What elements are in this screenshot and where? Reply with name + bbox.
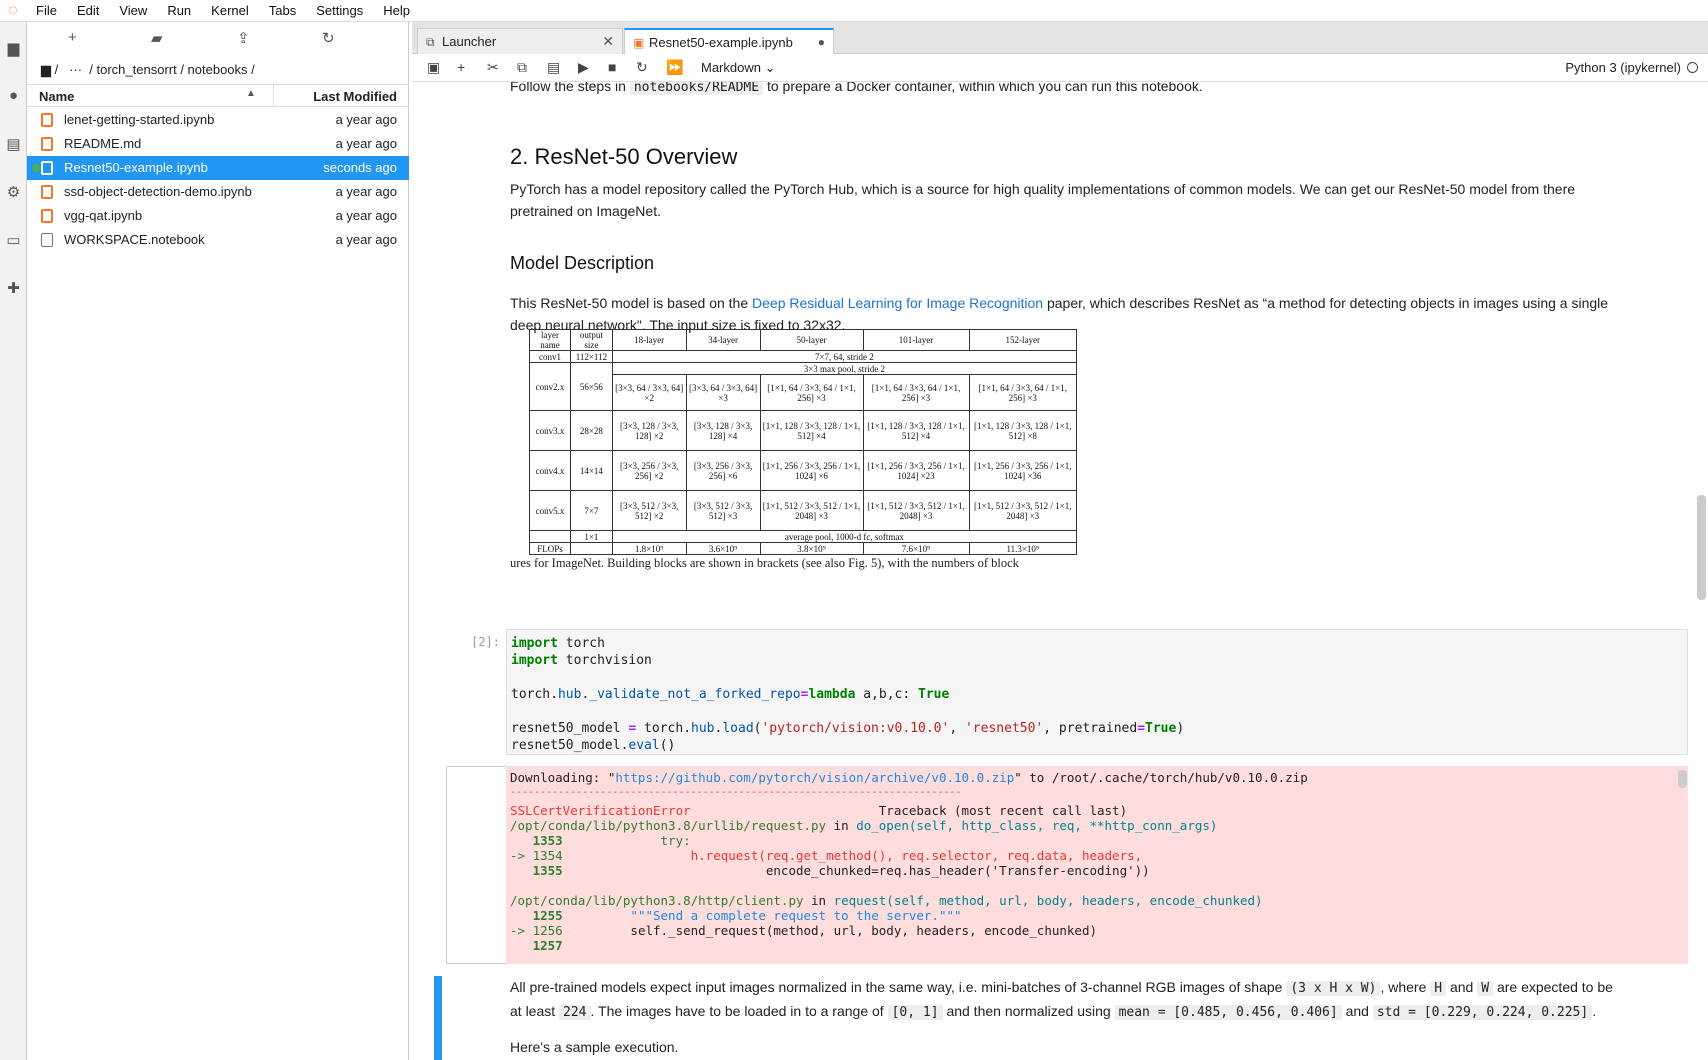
file-row[interactable]: lenet-getting-started.ipynb a year ago: [27, 108, 409, 132]
jupyter-logo-icon: ◌: [8, 1, 18, 19]
breadcrumb[interactable]: ▆ / ··· / torch_tensorrt / notebooks /: [41, 62, 255, 78]
notebook-icon: [41, 209, 53, 223]
output-scrollbar[interactable]: [1678, 770, 1687, 788]
notebook-icon: [41, 113, 53, 127]
paper-link[interactable]: Deep Residual Learning for Image Recogni…: [752, 295, 1043, 311]
refresh-icon[interactable]: ↻: [322, 29, 335, 47]
menu-tabs[interactable]: Tabs: [259, 0, 306, 22]
output-area-gutter[interactable]: [446, 766, 506, 964]
notebook-scrollbar[interactable]: [1697, 495, 1706, 600]
notebook-toolbar: ▣ + ✂ ⧉ ▤ ▶ ■ ↻ ⏩ Markdown ⌄ Python 3 (i…: [412, 54, 1708, 82]
menu-run[interactable]: Run: [157, 0, 201, 22]
menu-settings[interactable]: Settings: [306, 0, 373, 22]
cut-icon[interactable]: ✂: [487, 59, 499, 76]
menu-kernel[interactable]: Kernel: [201, 0, 259, 22]
restart-icon[interactable]: ↻: [636, 59, 648, 76]
file-row[interactable]: vgg-qat.ipynb a year ago: [27, 204, 409, 228]
copy-icon[interactable]: ⧉: [517, 59, 527, 76]
sort-up-icon[interactable]: ▲: [246, 88, 256, 99]
markdown-sample-execution: Here's a sample execution.: [510, 1039, 679, 1055]
launcher-icon: ⧉: [426, 35, 435, 49]
markdown-pytorch-hub: PyTorch has a model repository called th…: [510, 181, 1576, 219]
file-list-header: Name ▲ Last Modified: [27, 84, 409, 107]
home-folder-icon[interactable]: ▆: [41, 62, 51, 77]
markdown-normalization: All pre-trained models expect input imag…: [510, 979, 1613, 1020]
activity-bar: ▆ ● ▤ ⚙ ▭ ✚: [0, 22, 27, 1060]
close-icon[interactable]: ✕: [602, 33, 614, 50]
upload-icon[interactable]: ⇪: [237, 29, 250, 47]
file-row[interactable]: ssd-object-detection-demo.ipynb a year a…: [27, 180, 409, 204]
menu-bar: ◌ File Edit View Run Kernel Tabs Setting…: [0, 0, 1708, 22]
stop-icon[interactable]: ■: [608, 59, 616, 75]
menu-edit[interactable]: Edit: [67, 0, 109, 22]
tabs-icon[interactable]: ▭: [3, 229, 24, 250]
tab-resnet50-notebook[interactable]: ▣ Resnet50-example.ipynb ●: [624, 28, 834, 55]
cell-prompt: [2]:: [471, 635, 500, 649]
modified-column-header[interactable]: Last Modified: [313, 89, 397, 104]
file-browser: + ▰ ⇪ ↻ ▆ / ··· / torch_tensorrt / noteb…: [27, 22, 409, 1060]
new-folder-icon[interactable]: ▰: [151, 29, 163, 47]
resnet-architecture-table: layer name output size 18-layer 34-layer 50-…: [528, 329, 1078, 559]
code-cell[interactable]: import torch import torchvision torch.hu…: [506, 629, 1688, 755]
notebook-icon: ▣: [633, 36, 645, 50]
fast-forward-icon[interactable]: ⏩: [666, 59, 683, 76]
menu-file[interactable]: File: [26, 0, 67, 22]
notebook-icon: [41, 185, 53, 199]
property-inspector-icon[interactable]: ⚙: [3, 181, 24, 202]
add-cell-icon[interactable]: +: [457, 59, 465, 75]
file-row[interactable]: README.md a year ago: [27, 132, 409, 156]
file-icon: [41, 233, 53, 247]
kernel-status[interactable]: Python 3 (ipykernel): [1565, 60, 1698, 75]
markdown-follow-steps: Follow the steps in notebooks/README to …: [510, 82, 1203, 95]
kernel-idle-icon: [1687, 62, 1698, 73]
file-row[interactable]: WORKSPACE.notebook a year ago: [27, 228, 409, 252]
paste-icon[interactable]: ▤: [547, 59, 560, 76]
chevron-down-icon: ⌄: [764, 60, 776, 75]
extension-icon[interactable]: ✚: [3, 277, 24, 298]
notebook-content: Follow the steps in notebooks/README to …: [412, 82, 1696, 1060]
run-icon[interactable]: ▶: [578, 59, 589, 76]
menu-help[interactable]: Help: [373, 0, 420, 22]
tab-launcher[interactable]: ⧉ Launcher ✕: [417, 28, 623, 54]
new-launcher-icon[interactable]: +: [68, 29, 77, 46]
name-column-header[interactable]: Name: [39, 89, 74, 104]
heading-model-description: Model Description: [510, 253, 655, 273]
unsaved-dot-icon[interactable]: ●: [818, 35, 825, 49]
file-row-selected[interactable]: Resnet50-example.ipynb seconds ago: [27, 156, 409, 180]
cell-type-select[interactable]: Markdown ⌄: [701, 60, 776, 76]
commands-icon[interactable]: ▤: [3, 133, 24, 154]
active-cell-indicator: [434, 976, 442, 1060]
notebook-icon: [41, 161, 53, 175]
running-indicator-icon: [32, 164, 40, 172]
folder-icon[interactable]: ▆: [3, 37, 24, 58]
table-caption: ures for ImageNet. Building blocks are s…: [510, 556, 1019, 570]
error-output: Downloading: "https://github.com/pytorch…: [506, 766, 1688, 964]
markdown-icon: [41, 137, 53, 151]
tab-bar: ⧉ Launcher ✕ ▣ Resnet50-example.ipynb ●: [412, 22, 1708, 55]
heading-resnet50-overview: 2. ResNet-50 Overview: [510, 144, 738, 169]
running-icon[interactable]: ●: [3, 85, 24, 106]
menu-view[interactable]: View: [109, 0, 157, 22]
save-icon[interactable]: ▣: [427, 59, 440, 76]
